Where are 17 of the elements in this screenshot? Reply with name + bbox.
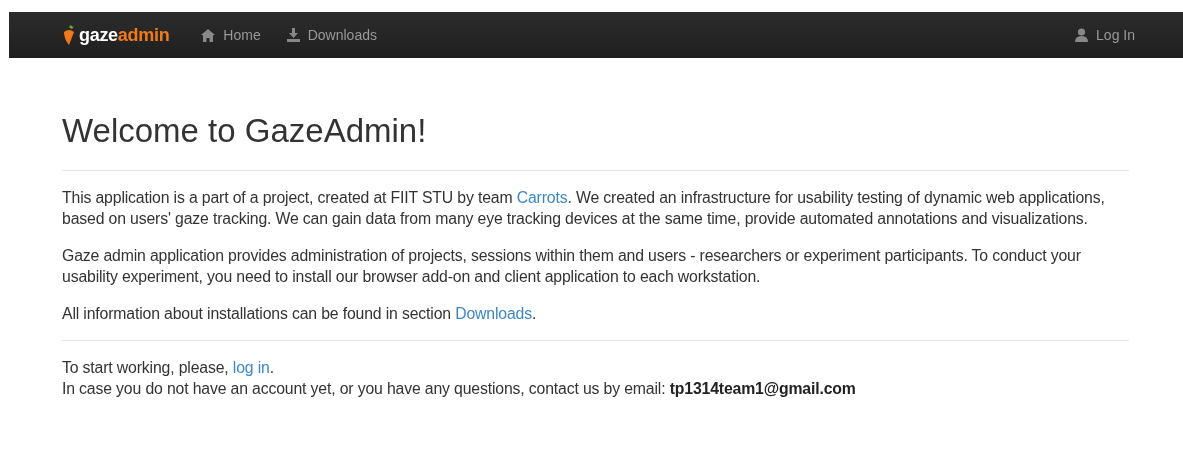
text-link[interactable]: log in [232,359,270,376]
nav-link[interactable]: Home [223,27,261,43]
page-title: Welcome to GazeAdmin! [62,112,1129,171]
login-link[interactable]: Log In [1096,27,1135,43]
paragraph: All information about installations can be found in section Downloads. [62,304,538,324]
download-icon [286,28,300,42]
paragraph: In case you do not have an account yet, or you have any questions, contact us by email: tp1314team1@gmail.com [62,379,857,399]
text-link[interactable]: Downloads [455,305,532,322]
carrot-icon [63,25,75,45]
user-icon [1075,28,1089,42]
nav-link[interactable]: Downloads [307,27,377,43]
home-icon [201,28,216,42]
paragraph: To start working, please, log in. [62,358,275,378]
paragraph: This application is a part of a project, created at FIIT STU by team Carrots. We created an infrastructure for usability testing of dynamic web applications, based on users' gaze tracking. We can gain data from many eye tracking devices at the same time, provide automated annotations and visualizations. [62,188,1106,229]
logo-text[interactable]: gazeadmin [79,24,170,46]
paragraph: Gaze admin application provides administration of projects, sessions within them and users - researchers or experiment participants. To conduct your usability experiment, you need to install our browser add-on and client application to each workstation. [62,246,1082,287]
text-link[interactable]: Carrots [516,189,568,206]
